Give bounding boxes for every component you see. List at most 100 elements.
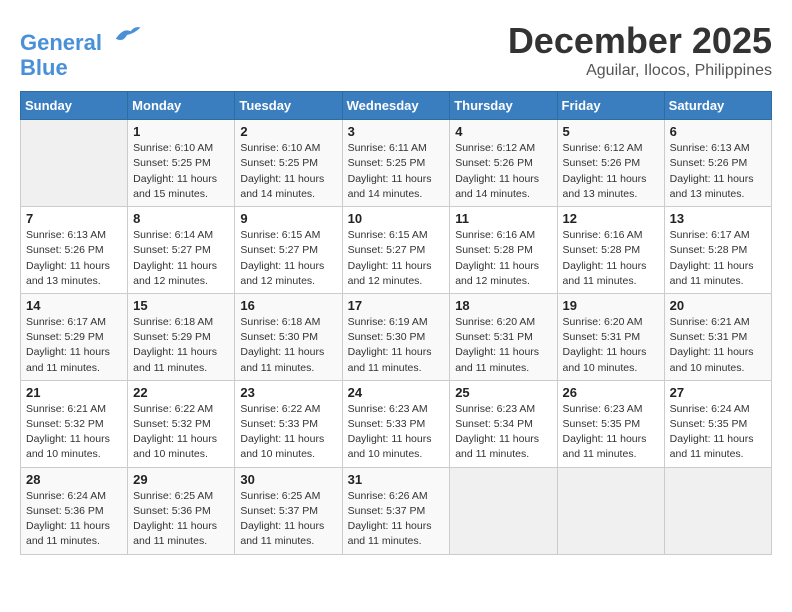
calendar-cell: 29Sunrise: 6:25 AMSunset: 5:36 PMDayligh… xyxy=(128,467,235,554)
day-number: 24 xyxy=(348,385,445,400)
calendar-cell: 7 Sunrise: 6:13 AMSunset: 5:26 PMDaylight… xyxy=(21,207,128,294)
day-number: 16 xyxy=(240,298,336,313)
day-number: 6 xyxy=(670,124,766,139)
calendar-week-row: 14 Sunrise: 6:17 AMSunset: 5:29 PMDayligh… xyxy=(21,293,772,380)
day-number: 15 xyxy=(133,298,229,313)
day-number: 9 xyxy=(240,211,336,226)
day-info: Sunrise: 6:22 AMSunset: 5:32 PMDaylight:… xyxy=(133,402,229,463)
logo-bird-icon xyxy=(112,20,142,50)
day-of-week-header: Tuesday xyxy=(235,92,342,120)
calendar-cell: 18 Sunrise: 6:20 AMSunset: 5:31 PMDayligh… xyxy=(450,293,557,380)
day-of-week-header: Monday xyxy=(128,92,235,120)
calendar-cell: 16 Sunrise: 6:18 AMSunset: 5:30 PMDayligh… xyxy=(235,293,342,380)
calendar-cell: 19 Sunrise: 6:20 AMSunset: 5:31 PMDayligh… xyxy=(557,293,664,380)
day-number: 2 xyxy=(240,124,336,139)
day-of-week-header: Saturday xyxy=(664,92,771,120)
days-of-week-row: SundayMondayTuesdayWednesdayThursdayFrid… xyxy=(21,92,772,120)
day-number: 5 xyxy=(563,124,659,139)
day-number: 26 xyxy=(563,385,659,400)
day-number: 10 xyxy=(348,211,445,226)
calendar-cell xyxy=(557,467,664,554)
calendar-cell: 6 Sunrise: 6:13 AMSunset: 5:26 PMDaylight… xyxy=(664,120,771,207)
day-info: Sunrise: 6:21 AMSunset: 5:31 PMDaylight:… xyxy=(670,315,766,376)
calendar-cell: 21 Sunrise: 6:21 AMSunset: 5:32 PMDayligh… xyxy=(21,380,128,467)
calendar-cell: 10 Sunrise: 6:15 AMSunset: 5:27 PMDayligh… xyxy=(342,207,450,294)
day-info: Sunrise: 6:15 AMSunset: 5:27 PMDaylight:… xyxy=(348,228,445,289)
day-info: Sunrise: 6:14 AMSunset: 5:27 PMDaylight:… xyxy=(133,228,229,289)
calendar-cell: 22Sunrise: 6:22 AMSunset: 5:32 PMDayligh… xyxy=(128,380,235,467)
day-number: 20 xyxy=(670,298,766,313)
calendar-cell: 3 Sunrise: 6:11 AMSunset: 5:25 PMDaylight… xyxy=(342,120,450,207)
day-info: Sunrise: 6:23 AMSunset: 5:35 PMDaylight:… xyxy=(563,402,659,463)
calendar-cell: 28Sunrise: 6:24 AMSunset: 5:36 PMDayligh… xyxy=(21,467,128,554)
day-info: Sunrise: 6:13 AMSunset: 5:26 PMDaylight:… xyxy=(26,228,122,289)
day-number: 30 xyxy=(240,472,336,487)
day-info: Sunrise: 6:21 AMSunset: 5:32 PMDaylight:… xyxy=(26,402,122,463)
day-info: Sunrise: 6:18 AMSunset: 5:30 PMDaylight:… xyxy=(240,315,336,376)
day-number: 21 xyxy=(26,385,122,400)
day-number: 11 xyxy=(455,211,551,226)
day-info: Sunrise: 6:11 AMSunset: 5:25 PMDaylight:… xyxy=(348,141,445,202)
day-of-week-header: Wednesday xyxy=(342,92,450,120)
logo-blue: Blue xyxy=(20,55,142,81)
day-info: Sunrise: 6:10 AMSunset: 5:25 PMDaylight:… xyxy=(133,141,229,202)
day-info: Sunrise: 6:16 AMSunset: 5:28 PMDaylight:… xyxy=(563,228,659,289)
day-info: Sunrise: 6:25 AMSunset: 5:37 PMDaylight:… xyxy=(240,489,336,550)
calendar-cell: 20 Sunrise: 6:21 AMSunset: 5:31 PMDayligh… xyxy=(664,293,771,380)
calendar-cell: 14 Sunrise: 6:17 AMSunset: 5:29 PMDayligh… xyxy=(21,293,128,380)
day-info: Sunrise: 6:22 AMSunset: 5:33 PMDaylight:… xyxy=(240,402,336,463)
day-number: 3 xyxy=(348,124,445,139)
day-number: 13 xyxy=(670,211,766,226)
day-info: Sunrise: 6:19 AMSunset: 5:30 PMDaylight:… xyxy=(348,315,445,376)
calendar-week-row: 21 Sunrise: 6:21 AMSunset: 5:32 PMDayligh… xyxy=(21,380,772,467)
day-number: 31 xyxy=(348,472,445,487)
calendar-cell: 4Sunrise: 6:12 AMSunset: 5:26 PMDaylight… xyxy=(450,120,557,207)
calendar-cell: 24 Sunrise: 6:23 AMSunset: 5:33 PMDayligh… xyxy=(342,380,450,467)
day-info: Sunrise: 6:24 AMSunset: 5:35 PMDaylight:… xyxy=(670,402,766,463)
day-info: Sunrise: 6:20 AMSunset: 5:31 PMDaylight:… xyxy=(563,315,659,376)
calendar-cell: 12 Sunrise: 6:16 AMSunset: 5:28 PMDayligh… xyxy=(557,207,664,294)
day-info: Sunrise: 6:23 AMSunset: 5:33 PMDaylight:… xyxy=(348,402,445,463)
day-of-week-header: Sunday xyxy=(21,92,128,120)
calendar-cell: 1 Sunrise: 6:10 AMSunset: 5:25 PMDaylight… xyxy=(128,120,235,207)
day-info: Sunrise: 6:17 AMSunset: 5:29 PMDaylight:… xyxy=(26,315,122,376)
logo: General Blue xyxy=(20,20,142,81)
day-info: Sunrise: 6:16 AMSunset: 5:28 PMDaylight:… xyxy=(455,228,551,289)
day-number: 14 xyxy=(26,298,122,313)
day-number: 7 xyxy=(26,211,122,226)
day-info: Sunrise: 6:20 AMSunset: 5:31 PMDaylight:… xyxy=(455,315,551,376)
day-number: 1 xyxy=(133,124,229,139)
calendar-cell: 25Sunrise: 6:23 AMSunset: 5:34 PMDayligh… xyxy=(450,380,557,467)
logo-text: General xyxy=(20,20,142,55)
calendar-week-row: 28Sunrise: 6:24 AMSunset: 5:36 PMDayligh… xyxy=(21,467,772,554)
day-number: 18 xyxy=(455,298,551,313)
calendar-cell: 31 Sunrise: 6:26 AMSunset: 5:37 PMDayligh… xyxy=(342,467,450,554)
calendar-cell: 27 Sunrise: 6:24 AMSunset: 5:35 PMDayligh… xyxy=(664,380,771,467)
day-number: 23 xyxy=(240,385,336,400)
calendar-cell xyxy=(21,120,128,207)
calendar-body: 1 Sunrise: 6:10 AMSunset: 5:25 PMDaylight… xyxy=(21,120,772,554)
calendar-cell: 30 Sunrise: 6:25 AMSunset: 5:37 PMDayligh… xyxy=(235,467,342,554)
day-of-week-header: Friday xyxy=(557,92,664,120)
day-number: 8 xyxy=(133,211,229,226)
calendar-cell: 13 Sunrise: 6:17 AMSunset: 5:28 PMDayligh… xyxy=(664,207,771,294)
calendar-cell: 9Sunrise: 6:15 AMSunset: 5:27 PMDaylight… xyxy=(235,207,342,294)
day-info: Sunrise: 6:13 AMSunset: 5:26 PMDaylight:… xyxy=(670,141,766,202)
day-info: Sunrise: 6:12 AMSunset: 5:26 PMDaylight:… xyxy=(455,141,551,202)
calendar-cell: 15 Sunrise: 6:18 AMSunset: 5:29 PMDayligh… xyxy=(128,293,235,380)
day-info: Sunrise: 6:25 AMSunset: 5:36 PMDaylight:… xyxy=(133,489,229,550)
title-block: December 2025 Aguilar, Ilocos, Philippin… xyxy=(508,20,772,80)
calendar-cell: 5Sunrise: 6:12 AMSunset: 5:26 PMDaylight… xyxy=(557,120,664,207)
calendar-cell: 11 Sunrise: 6:16 AMSunset: 5:28 PMDayligh… xyxy=(450,207,557,294)
calendar-cell: 17Sunrise: 6:19 AMSunset: 5:30 PMDayligh… xyxy=(342,293,450,380)
day-number: 19 xyxy=(563,298,659,313)
day-number: 27 xyxy=(670,385,766,400)
day-info: Sunrise: 6:23 AMSunset: 5:34 PMDaylight:… xyxy=(455,402,551,463)
day-info: Sunrise: 6:17 AMSunset: 5:28 PMDaylight:… xyxy=(670,228,766,289)
calendar-table: SundayMondayTuesdayWednesdayThursdayFrid… xyxy=(20,91,772,554)
day-info: Sunrise: 6:10 AMSunset: 5:25 PMDaylight:… xyxy=(240,141,336,202)
day-number: 12 xyxy=(563,211,659,226)
month-title: December 2025 xyxy=(508,20,772,62)
day-info: Sunrise: 6:18 AMSunset: 5:29 PMDaylight:… xyxy=(133,315,229,376)
day-info: Sunrise: 6:26 AMSunset: 5:37 PMDaylight:… xyxy=(348,489,445,550)
